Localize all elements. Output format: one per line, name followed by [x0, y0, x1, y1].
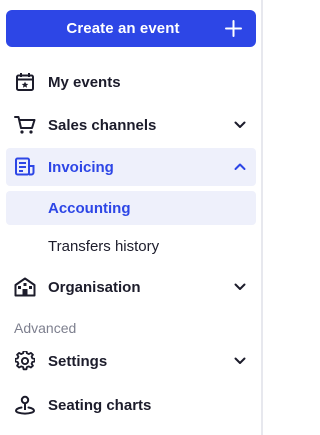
subnav-item-transfers-history[interactable]: Transfers history: [6, 229, 256, 263]
nav-item-label: Sales channels: [48, 116, 157, 134]
gear-icon: [14, 351, 36, 371]
map-pin-icon: [14, 395, 36, 415]
chevron-down-icon: [234, 357, 246, 364]
nav-item-settings[interactable]: Settings: [6, 342, 256, 380]
invoice-icon: [14, 157, 36, 177]
sidebar-edge: [261, 0, 263, 435]
chevron-down-icon: [234, 283, 246, 290]
nav-item-label: Invoicing: [48, 158, 114, 176]
nav-item-label: Organisation: [48, 278, 141, 296]
chevron-down-icon: [234, 121, 246, 128]
subnav-item-accounting[interactable]: Accounting: [6, 191, 256, 225]
section-label-advanced: Advanced: [14, 320, 77, 336]
nav-item-sales-channels[interactable]: Sales channels: [6, 106, 256, 144]
sidebar: Create an event My events Sales channels…: [0, 0, 263, 435]
create-event-button[interactable]: Create an event: [6, 10, 256, 47]
cart-icon: [14, 115, 36, 135]
chevron-up-icon: [234, 163, 246, 170]
nav-item-label: My events: [48, 73, 121, 91]
nav-item-my-events[interactable]: My events: [6, 63, 256, 101]
nav-item-label: Settings: [48, 352, 108, 370]
calendar-star-icon: [14, 72, 36, 92]
nav-item-invoicing[interactable]: Invoicing: [6, 148, 256, 186]
plus-icon: [225, 20, 242, 37]
nav-item-organisation[interactable]: Organisation: [6, 268, 256, 306]
nav-item-label: Seating charts: [48, 396, 152, 414]
nav-item-seating-charts[interactable]: Seating charts: [6, 386, 256, 424]
subnav-item-label: Transfers history: [48, 237, 160, 255]
create-event-label: Create an event: [66, 20, 180, 37]
subnav-item-label: Accounting: [48, 199, 131, 217]
house-icon: [14, 277, 36, 297]
